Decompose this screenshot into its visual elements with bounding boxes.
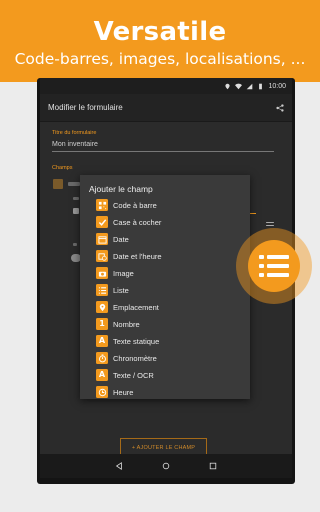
recents-icon[interactable]: [209, 462, 217, 470]
location-pin-icon: [96, 301, 108, 313]
field-type-location[interactable]: Emplacement: [96, 300, 159, 314]
field-type-label: Code à barre: [113, 200, 157, 210]
field-type-ocr-text[interactable]: A Texte / OCR: [96, 368, 154, 382]
signal-icon: [247, 83, 253, 89]
number-icon: 1: [96, 318, 108, 330]
list-badge-icon: [248, 240, 300, 292]
add-field-dialog: Ajouter le champ Code à barre Case à coc…: [80, 175, 250, 399]
field-type-label: Texte / OCR: [113, 370, 154, 380]
field-type-datetime[interactable]: Date et l'heure: [96, 249, 162, 263]
wifi-icon: [235, 83, 243, 89]
app-bar-title: Modifier le formulaire: [48, 103, 123, 112]
field-type-stopwatch[interactable]: Chronomètre: [96, 351, 157, 365]
stopwatch-icon: [96, 352, 108, 364]
form-title-underline: [52, 151, 274, 152]
share-icon[interactable]: [276, 103, 284, 112]
camera-icon: [96, 267, 108, 279]
field-type-list[interactable]: Liste: [96, 283, 129, 297]
field-type-label: Emplacement: [113, 302, 159, 312]
field-row-placeholder: [73, 197, 79, 200]
fields-label: Champs: [52, 165, 73, 171]
dialog-title: Ajouter le champ: [89, 184, 153, 194]
list-icon: [96, 284, 108, 296]
checkbox-icon: [96, 216, 108, 228]
form-title-input[interactable]: Mon inventaire: [52, 141, 98, 148]
home-icon[interactable]: [162, 462, 170, 470]
field-type-label: Date: [113, 234, 129, 244]
field-type-checkbox[interactable]: Case à cocher: [96, 215, 161, 229]
banner-subtitle: Code-barres, images, localisations, ...: [14, 50, 306, 68]
clock-icon: [96, 386, 108, 398]
field-type-label: Texte statique: [113, 336, 160, 346]
ocr-text-icon: A: [96, 369, 108, 381]
form-title-label: Titre du formulaire: [52, 130, 97, 136]
status-time: 10:00: [268, 82, 286, 90]
nav-bar: [40, 454, 292, 478]
field-type-label: Image: [113, 268, 134, 278]
field-type-label: Heure: [113, 387, 134, 397]
back-icon[interactable]: [115, 462, 123, 470]
banner-title: Versatile: [93, 17, 227, 47]
field-type-date[interactable]: Date: [96, 232, 129, 246]
static-text-icon: A: [96, 335, 108, 347]
field-row-placeholder: [73, 208, 79, 214]
barcode-icon: [96, 199, 108, 211]
calendar-clock-icon: [96, 250, 108, 262]
field-type-static-text[interactable]: A Texte statique: [96, 334, 159, 348]
field-type-time[interactable]: Heure: [96, 385, 133, 399]
field-type-label: Nombre: [113, 319, 140, 329]
field-type-image[interactable]: Image: [96, 266, 134, 280]
location-status-icon: [225, 83, 231, 89]
promo-banner: Versatile Code-barres, images, localisat…: [0, 0, 320, 82]
drag-handle[interactable]: [266, 225, 274, 226]
field-row-placeholder: [68, 182, 80, 186]
field-type-number[interactable]: 1 Nombre: [96, 317, 140, 331]
field-type-label: Case à cocher: [113, 217, 162, 227]
field-type-label: Chronomètre: [113, 353, 157, 363]
drag-handle[interactable]: [266, 222, 274, 223]
field-handle-icon[interactable]: [53, 179, 63, 189]
field-type-label: Date et l'heure: [113, 251, 162, 261]
battery-icon: [259, 83, 263, 89]
app-bar: Modifier le formulaire: [40, 94, 292, 122]
status-bar: 10:00: [40, 78, 292, 94]
field-row-placeholder: [73, 243, 77, 246]
field-type-label: Liste: [113, 285, 129, 295]
calendar-icon: [96, 233, 108, 245]
field-type-barcode[interactable]: Code à barre: [96, 198, 157, 212]
